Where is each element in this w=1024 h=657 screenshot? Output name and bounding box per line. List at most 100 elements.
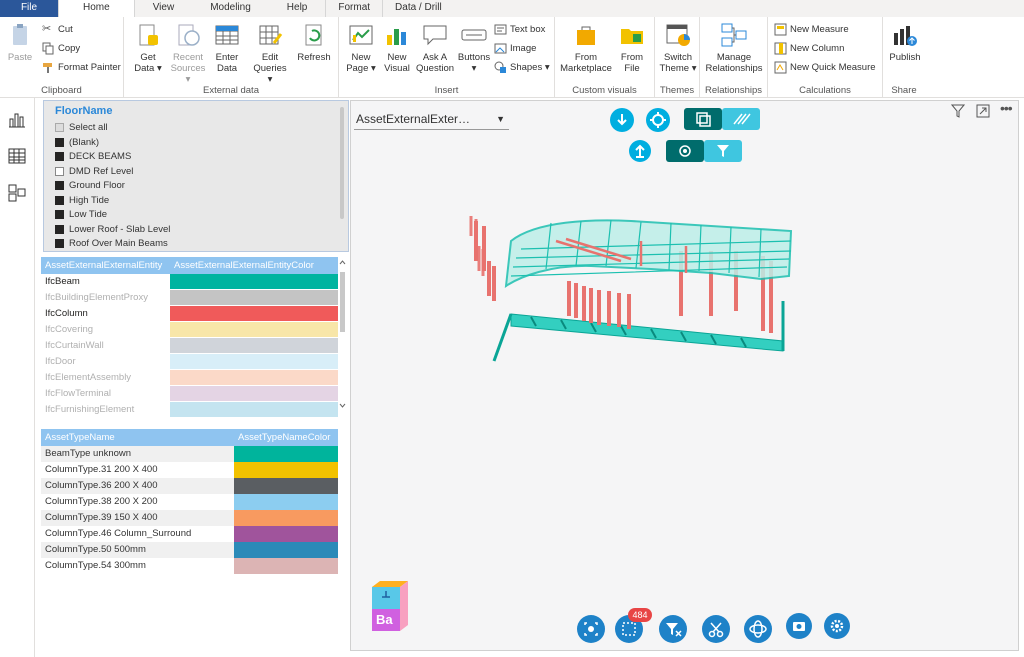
relationships-icon bbox=[721, 23, 747, 47]
table-row[interactable]: ColumnType.54 300mm bbox=[41, 558, 338, 574]
orbit-button[interactable] bbox=[744, 615, 772, 643]
tab-view[interactable]: View bbox=[135, 0, 193, 17]
recent-sources-button[interactable]: Recent Sources ▾ bbox=[168, 21, 208, 85]
copy-button[interactable]: Copy bbox=[42, 40, 80, 56]
new-column-button[interactable]: New Column bbox=[774, 40, 844, 56]
new-page-button[interactable]: New Page ▾ bbox=[343, 21, 379, 74]
paste-button[interactable]: Paste bbox=[4, 21, 36, 63]
checkbox[interactable] bbox=[55, 123, 64, 132]
table-row[interactable]: IfcFlowTerminal bbox=[41, 386, 338, 402]
table-row[interactable]: ColumnType.36 200 X 400 bbox=[41, 478, 338, 494]
manage-relationships-button[interactable]: Manage Relationships bbox=[702, 21, 766, 74]
viewer-3d[interactable] bbox=[350, 100, 1019, 651]
column-header-entity-color[interactable]: AssetExternalExternalEntityColor bbox=[170, 257, 338, 274]
upload-button[interactable] bbox=[629, 140, 651, 162]
filter-icon[interactable] bbox=[951, 104, 965, 118]
table-row[interactable]: BeamType unknown bbox=[41, 446, 338, 462]
slicer-item[interactable]: High Tide bbox=[55, 195, 109, 206]
tab-file[interactable]: File bbox=[0, 0, 58, 17]
color-swatch-cell bbox=[170, 386, 338, 401]
filter-button[interactable] bbox=[704, 140, 742, 162]
slicer-scrollbar[interactable] bbox=[340, 107, 344, 219]
image-button[interactable]: Image bbox=[494, 40, 536, 56]
tab-data-drill[interactable]: Data / Drill bbox=[382, 0, 454, 17]
new-measure-button[interactable]: New Measure bbox=[774, 21, 849, 37]
locate-button[interactable] bbox=[646, 108, 670, 132]
from-marketplace-button[interactable]: From Marketplace bbox=[559, 21, 613, 74]
slicer-item[interactable]: Ground Floor bbox=[55, 180, 125, 191]
table-row[interactable]: ColumnType.50 500mm bbox=[41, 542, 338, 558]
table-row[interactable]: IfcElementAssembly bbox=[41, 370, 338, 386]
table-row[interactable]: ColumnType.31 200 X 400 bbox=[41, 462, 338, 478]
xray-button[interactable] bbox=[722, 108, 760, 130]
screenshot-button[interactable] bbox=[786, 613, 812, 639]
switch-theme-button[interactable]: Switch Theme ▾ bbox=[658, 21, 698, 74]
model-view-icon[interactable] bbox=[8, 184, 26, 202]
table-row[interactable]: IfcCurtainWall bbox=[41, 338, 338, 354]
tab-home[interactable]: Home bbox=[58, 0, 135, 17]
table-row[interactable]: IfcDoor bbox=[41, 354, 338, 370]
download-button[interactable] bbox=[610, 108, 634, 132]
table-row[interactable]: IfcColumn bbox=[41, 306, 338, 322]
column-header-type[interactable]: AssetTypeName bbox=[41, 429, 234, 446]
new-quick-measure-button[interactable]: New Quick Measure bbox=[774, 59, 876, 75]
slicer-item[interactable]: Select all bbox=[55, 122, 108, 133]
edit-queries-button[interactable]: Edit Queries ▾ bbox=[250, 21, 290, 85]
isolate-button[interactable] bbox=[684, 108, 722, 130]
table-row[interactable]: IfcBeam bbox=[41, 274, 338, 290]
checkbox[interactable] bbox=[55, 195, 64, 205]
color-swatch-cell bbox=[170, 274, 338, 289]
settings-button[interactable] bbox=[824, 613, 850, 639]
clear-filter-button[interactable] bbox=[659, 615, 687, 643]
slicer-item[interactable]: Lower Roof - Slab Level bbox=[55, 224, 170, 235]
data-view-icon[interactable] bbox=[8, 147, 26, 165]
publish-button[interactable]: Publish bbox=[886, 21, 924, 63]
slicer-item[interactable]: Low Tide bbox=[55, 209, 107, 220]
checkbox[interactable] bbox=[55, 152, 64, 161]
checkbox[interactable] bbox=[55, 166, 64, 176]
tab-help[interactable]: Help bbox=[269, 0, 326, 17]
image-icon bbox=[494, 43, 507, 53]
table-row[interactable]: IfcCovering bbox=[41, 322, 338, 338]
section-button[interactable] bbox=[702, 615, 730, 643]
building-model[interactable] bbox=[351, 101, 1018, 650]
cut-button[interactable]: ✂ Cut bbox=[42, 21, 73, 37]
slicer-item[interactable]: DMD Ref Level bbox=[55, 166, 133, 177]
table-row[interactable]: ColumnType.46 Column_Surround bbox=[41, 526, 338, 542]
slicer-item[interactable]: DECK BEAMS bbox=[55, 151, 131, 162]
view-cube[interactable]: Ba bbox=[372, 581, 408, 636]
select-button[interactable] bbox=[666, 140, 704, 162]
ask-question-button[interactable]: Ask A Question bbox=[415, 21, 455, 74]
slicer-item[interactable]: (Blank) bbox=[55, 137, 99, 148]
column-header-entity[interactable]: AssetExternalExternalEntity bbox=[41, 257, 170, 274]
format-painter-button[interactable]: Format Painter bbox=[42, 59, 121, 75]
entity-table-scrollbar[interactable] bbox=[339, 260, 346, 410]
tab-modeling[interactable]: Modeling bbox=[192, 0, 269, 17]
focus-mode-icon[interactable] bbox=[976, 104, 990, 118]
from-file-button[interactable]: From File bbox=[615, 21, 649, 74]
new-visual-button[interactable]: New Visual bbox=[381, 21, 413, 74]
table-row[interactable]: ColumnType.39 150 X 400 bbox=[41, 510, 338, 526]
table-row[interactable]: IfcBuildingElementProxy bbox=[41, 290, 338, 306]
get-data-button[interactable]: Get Data ▾ bbox=[130, 21, 166, 74]
shapes-button[interactable]: Shapes ▾ bbox=[494, 59, 550, 75]
checkbox[interactable] bbox=[55, 224, 64, 234]
more-options-icon[interactable]: ••• bbox=[1000, 100, 1014, 116]
enter-data-button[interactable]: Enter Data bbox=[210, 21, 244, 74]
refresh-button[interactable]: Refresh bbox=[296, 21, 332, 63]
report-view-icon[interactable] bbox=[8, 110, 26, 128]
slicer-item[interactable]: Roof Over Main Beams bbox=[55, 238, 168, 249]
fit-view-button[interactable] bbox=[577, 615, 605, 643]
table-row[interactable]: ColumnType.38 200 X 200 bbox=[41, 494, 338, 510]
tab-format[interactable]: Format bbox=[325, 0, 382, 17]
text-box-button[interactable]: Text box bbox=[494, 21, 545, 37]
asset-dropdown[interactable]: AssetExternalExter… ▼ bbox=[354, 110, 509, 130]
type-name-cell: ColumnType.36 200 X 400 bbox=[45, 480, 158, 491]
table-row[interactable]: IfcFurnishingElement bbox=[41, 402, 338, 418]
checkbox[interactable] bbox=[55, 239, 64, 248]
buttons-button[interactable]: Buttons ▾ bbox=[457, 21, 491, 74]
checkbox[interactable] bbox=[55, 181, 64, 190]
checkbox[interactable] bbox=[55, 210, 64, 219]
column-header-type-color[interactable]: AssetTypeNameColor bbox=[234, 429, 338, 446]
checkbox[interactable] bbox=[55, 137, 64, 147]
